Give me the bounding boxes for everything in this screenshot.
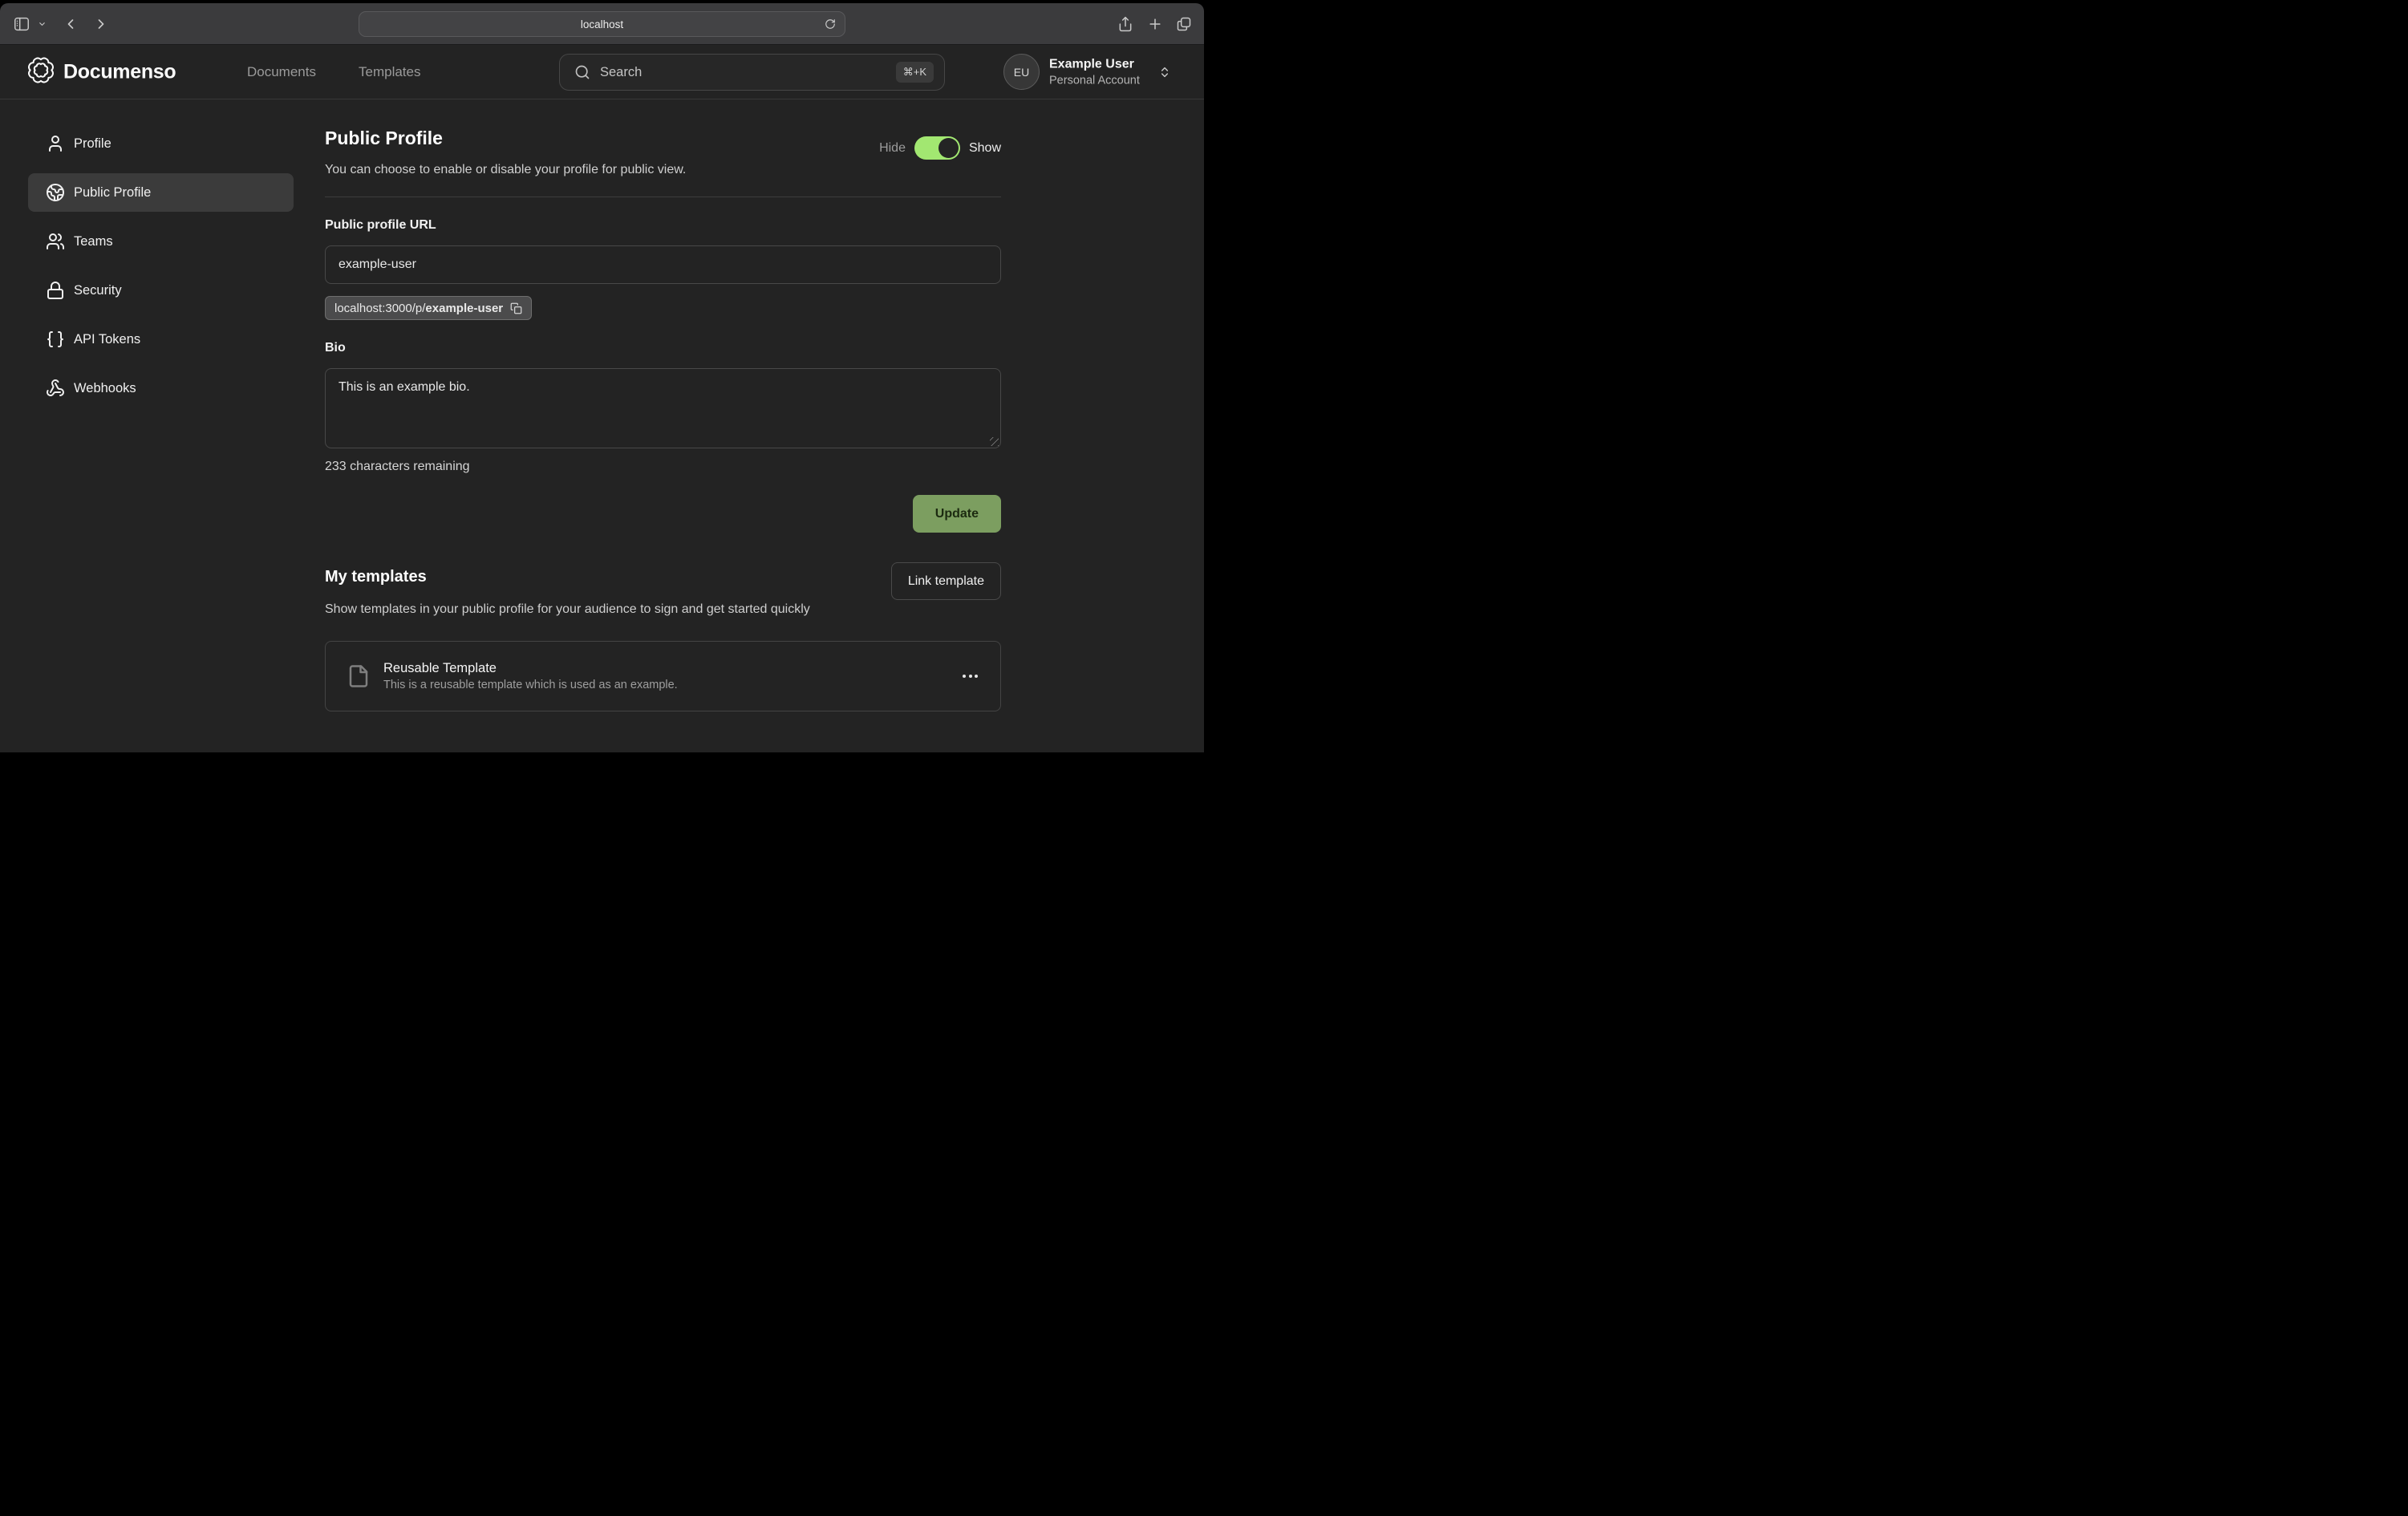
sidebar-item-teams[interactable]: Teams (28, 222, 294, 261)
avatar[interactable]: EU (1003, 54, 1040, 90)
browser-window: localhost (0, 3, 1204, 752)
toggle-hide-label: Hide (879, 141, 906, 156)
back-icon[interactable] (63, 16, 79, 32)
chevrons-up-down-icon[interactable] (1158, 66, 1171, 79)
address-bar-url: localhost (581, 18, 623, 30)
template-list-item[interactable]: Reusable Template This is a reusable tem… (325, 641, 1001, 711)
page-description: You can choose to enable or disable your… (325, 163, 1001, 177)
my-templates-header: My templates Show templates in your publ… (325, 569, 1001, 620)
search-placeholder: Search (600, 65, 642, 80)
users-icon (46, 232, 65, 251)
profile-url-label: Public profile URL (325, 218, 1001, 233)
lock-icon (46, 281, 65, 300)
user-name: Example User (1049, 56, 1140, 71)
braces-icon (46, 330, 65, 349)
profile-url-input[interactable] (325, 245, 1001, 284)
documenso-app: Documenso Documents Templates Search ⌘+K… (0, 45, 1204, 752)
settings-sidebar: Profile Public Profile Teams (28, 124, 294, 407)
file-icon (347, 664, 371, 688)
url-prefix: localhost:3000/p/ (334, 302, 425, 315)
toggle-knob (938, 138, 959, 158)
update-row: Update (325, 495, 1001, 533)
bio-label: Bio (325, 341, 1001, 355)
resize-handle[interactable] (990, 437, 999, 446)
sidebar-item-profile[interactable]: Profile (28, 124, 294, 163)
nav-documents[interactable]: Documents (247, 64, 316, 80)
profile-url-preview: localhost:3000/p/example-user (325, 296, 532, 320)
browser-toolbar: localhost (0, 3, 1204, 45)
user-menu[interactable]: Example User Personal Account (1049, 56, 1140, 87)
nav-templates[interactable]: Templates (359, 64, 420, 80)
my-templates-description: Show templates in your public profile fo… (325, 599, 862, 620)
sidebar-item-webhooks[interactable]: Webhooks (28, 369, 294, 407)
sidebar-item-security[interactable]: Security (28, 271, 294, 310)
forward-icon[interactable] (93, 16, 109, 32)
profile-visibility-toggle[interactable] (914, 136, 960, 160)
new-tab-icon[interactable] (1147, 16, 1163, 32)
characters-remaining: 233 characters remaining (325, 460, 1001, 474)
user-icon (46, 134, 65, 153)
share-icon[interactable] (1117, 16, 1133, 32)
webhook-icon (46, 379, 65, 398)
search-input[interactable]: Search ⌘+K (559, 54, 945, 91)
copy-icon[interactable] (510, 302, 522, 314)
template-description: This is a reusable template which is use… (383, 679, 678, 692)
update-button[interactable]: Update (913, 495, 1001, 533)
bio-textarea[interactable]: This is an example bio. (325, 368, 1001, 448)
app-body: Profile Public Profile Teams (0, 100, 1204, 752)
address-bar[interactable]: localhost (359, 11, 845, 37)
globe-icon (46, 183, 65, 202)
search-icon (574, 64, 590, 80)
sidebar-item-api-tokens[interactable]: API Tokens (28, 320, 294, 359)
app-header: Documenso Documents Templates Search ⌘+K… (0, 45, 1204, 99)
bio-field-wrap: This is an example bio. (325, 368, 1001, 448)
chevron-down-icon[interactable] (38, 19, 47, 28)
search-shortcut-badge: ⌘+K (896, 62, 934, 83)
url-slug: example-user (425, 302, 503, 315)
brand-name: Documenso (63, 60, 176, 83)
profile-visibility-toggle-row: Hide Show (879, 136, 1001, 160)
refresh-icon[interactable] (825, 18, 836, 30)
link-template-button[interactable]: Link template (891, 562, 1001, 600)
documenso-logo-icon (28, 57, 54, 87)
sidebar-item-public-profile[interactable]: Public Profile (28, 173, 294, 212)
screen: localhost (0, 0, 1204, 758)
brand-logo[interactable]: Documenso (28, 57, 176, 87)
user-account-type: Personal Account (1049, 74, 1140, 87)
toggle-show-label: Show (969, 141, 1001, 156)
public-profile-settings: Public Profile You can choose to enable … (325, 100, 1001, 711)
sidebar-toggle-icon[interactable] (13, 15, 30, 33)
template-name: Reusable Template (383, 660, 678, 676)
tab-overview-icon[interactable] (1176, 16, 1192, 32)
ellipsis-menu-icon[interactable] (963, 675, 978, 678)
